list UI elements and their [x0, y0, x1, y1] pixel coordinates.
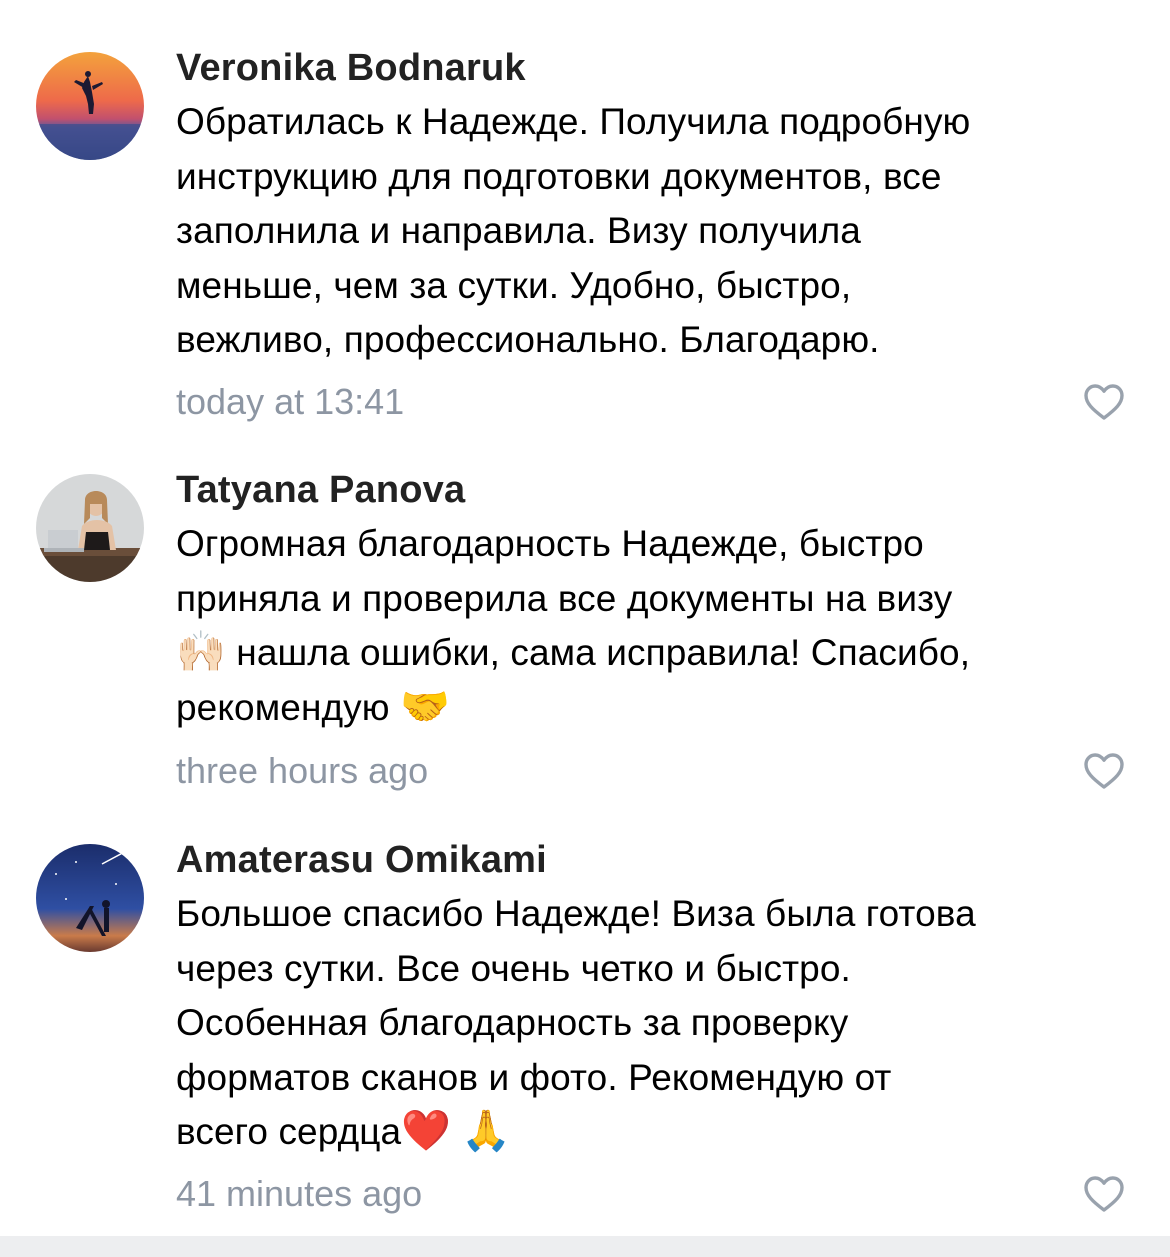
bottom-divider-bar	[0, 1236, 1170, 1257]
comment-text-line: через сутки. Все очень четко и быстро.	[176, 947, 851, 989]
avatar[interactable]	[36, 474, 144, 582]
comment-timestamp[interactable]: three hours ago	[176, 751, 428, 791]
night-sky-avatar-icon	[36, 844, 144, 952]
comment-text-line: приняла и проверила все документы на виз…	[176, 577, 953, 619]
comment-author[interactable]: Tatyana Panova	[176, 470, 1136, 510]
comment-text-line: форматов сканов и фото. Рекомендую от	[176, 1056, 892, 1098]
comment-item: Tatyana Panova Огромная благодарность На…	[0, 440, 1170, 820]
comment-text-fragment: всего сердца	[176, 1111, 402, 1152]
comment-text-line: меньше, чем за сутки. Удобно, быстро,	[176, 264, 852, 306]
comment-text-line: заполнила и направила. Визу получила	[176, 210, 861, 251]
comment-text-line: 🙌🏻 нашла ошибки, сама исправила! Спасибо…	[176, 626, 1136, 681]
red-heart-emoji: ❤️	[401, 1109, 452, 1153]
raised-hands-emoji: 🙌🏻	[176, 630, 226, 674]
comment-text-line: рекомендую 🤝	[176, 681, 1136, 736]
comment-text-fragment: рекомендую	[176, 686, 401, 728]
comment-item: Amaterasu Omikami Большое спасибо Надежд…	[0, 820, 1170, 1236]
avatar[interactable]	[36, 844, 144, 952]
heart-outline-icon	[1084, 753, 1124, 789]
comment-text: Огромная благодарность Надежде, быстро п…	[176, 517, 1136, 735]
heart-outline-icon	[1084, 384, 1124, 420]
sunset-silhouette-avatar-icon	[36, 52, 144, 160]
like-button[interactable]	[1082, 1174, 1126, 1214]
comment-text: Большое спасибо Надежде! Виза была готов…	[176, 887, 1136, 1160]
comment-text-line: Большое спасибо Надежде! Виза была готов…	[176, 893, 976, 934]
comment-text-line: Особенная благодарность за проверку	[176, 1002, 849, 1043]
comment-text-line: всего сердца❤️ 🙏	[176, 1105, 1136, 1160]
handshake-emoji: 🤝	[400, 684, 450, 729]
comment-text-line: вежливо, профессионально. Благодарю.	[176, 319, 880, 360]
avatar[interactable]	[36, 52, 144, 160]
comment-item: Veronika Bodnaruk Обратилась к Надежде. …	[0, 0, 1170, 440]
heart-outline-icon	[1084, 1176, 1124, 1212]
comment-text-line: инструкцию для подготовки документов, вс…	[176, 155, 942, 197]
comment-text-fragment: нашла ошибки, сама исправила! Спасибо,	[225, 632, 971, 673]
like-button[interactable]	[1082, 751, 1126, 791]
comment-author[interactable]: Veronika Bodnaruk	[176, 48, 1136, 88]
woman-laptop-avatar-icon	[36, 474, 144, 582]
comment-text-line: Обратилась к Надежде. Получила подробную	[176, 101, 971, 142]
folded-hands-emoji: 🙏	[461, 1109, 512, 1153]
comment-author[interactable]: Amaterasu Omikami	[176, 840, 1136, 880]
comment-timestamp[interactable]: 41 minutes ago	[176, 1174, 422, 1214]
comment-text-line: Огромная благодарность Надежде, быстро	[176, 523, 924, 564]
comment-text: Обратилась к Надежде. Получила подробную…	[176, 95, 1136, 368]
like-button[interactable]	[1082, 382, 1126, 422]
comment-timestamp[interactable]: today at 13:41	[176, 382, 404, 422]
